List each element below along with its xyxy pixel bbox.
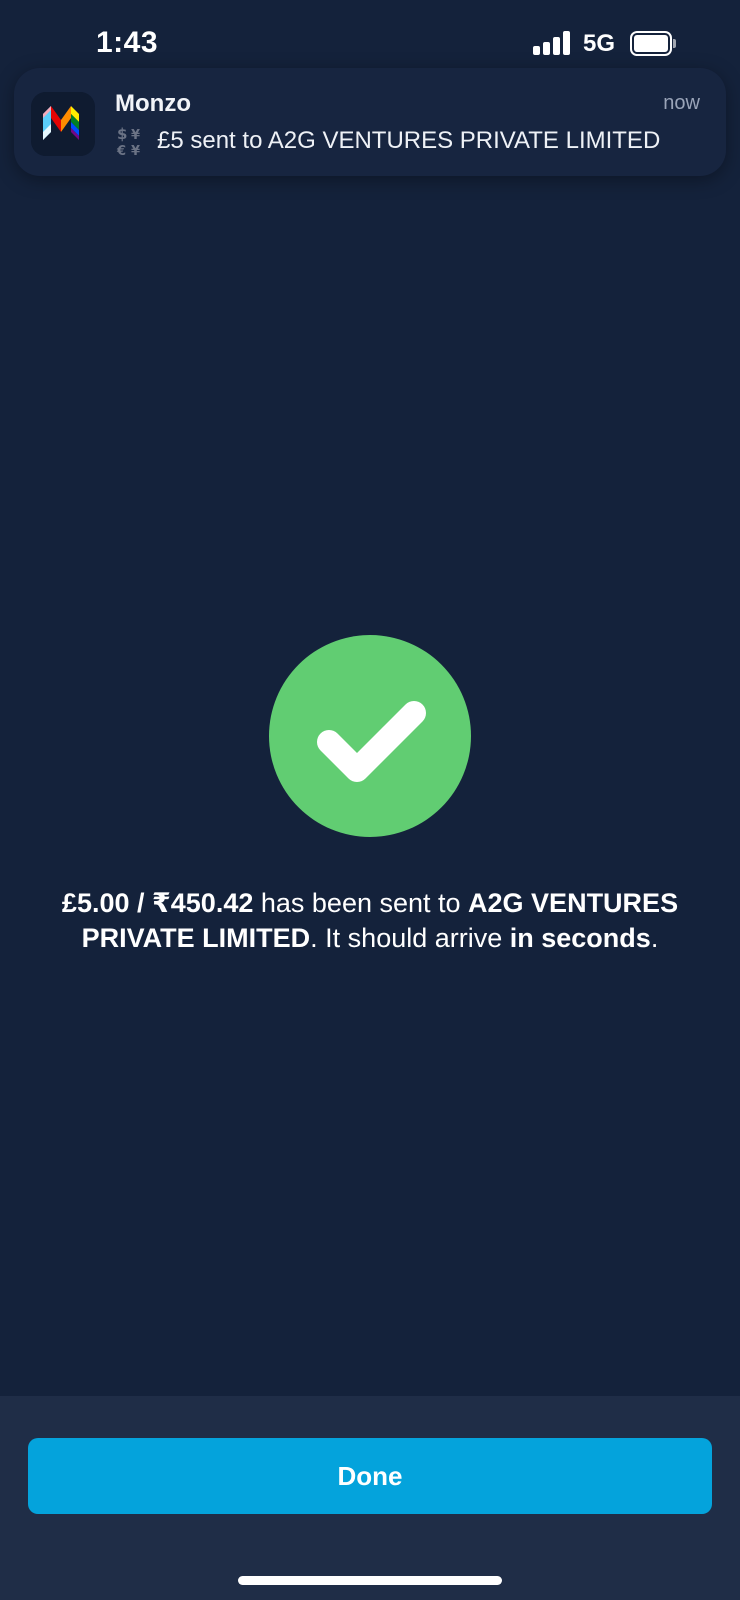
battery-icon [630,31,676,56]
done-button[interactable]: Done [28,1438,712,1514]
svg-text:$: $ [117,125,127,143]
monzo-app-icon [31,92,95,156]
sent-text: has been sent to [253,888,469,918]
svg-text:¥: ¥ [131,128,140,143]
currency-exchange-icon: $ ¥ € ¥ [116,125,140,158]
checkmark-icon [317,701,426,782]
svg-text:€: € [116,144,126,158]
confirmation-message: £5.00 / ₹450.42 has been sent to A2G VEN… [40,886,700,956]
success-badge [269,635,471,837]
cellular-signal-icon [533,31,573,55]
notification-message: £5 sent to A2G VENTURES PRIVATE LIMITED [157,127,661,154]
network-type: 5G [583,30,616,57]
status-time: 1:43 [96,26,159,59]
push-notification[interactable]: Monzo now $ ¥ € ¥ £5 sent to A2G VENTURE… [14,68,726,176]
notification-time: now [663,92,700,114]
payment-success-screen: 1:43 5G Monzo now $ ¥ € ¥ £5 sent to A2G… [0,0,740,1600]
notification-body: $ ¥ € ¥ £5 sent to A2G VENTURES PRIVATE … [115,124,706,158]
home-indicator[interactable] [238,1576,502,1585]
arrival-text: . It should arrive [310,923,510,953]
sent-amount: £5.00 / ₹450.42 [61,888,254,918]
arrival-time: in seconds [509,923,651,953]
message-end: . [650,923,659,953]
notification-app-name: Monzo [115,90,191,117]
svg-text:¥: ¥ [131,144,140,158]
